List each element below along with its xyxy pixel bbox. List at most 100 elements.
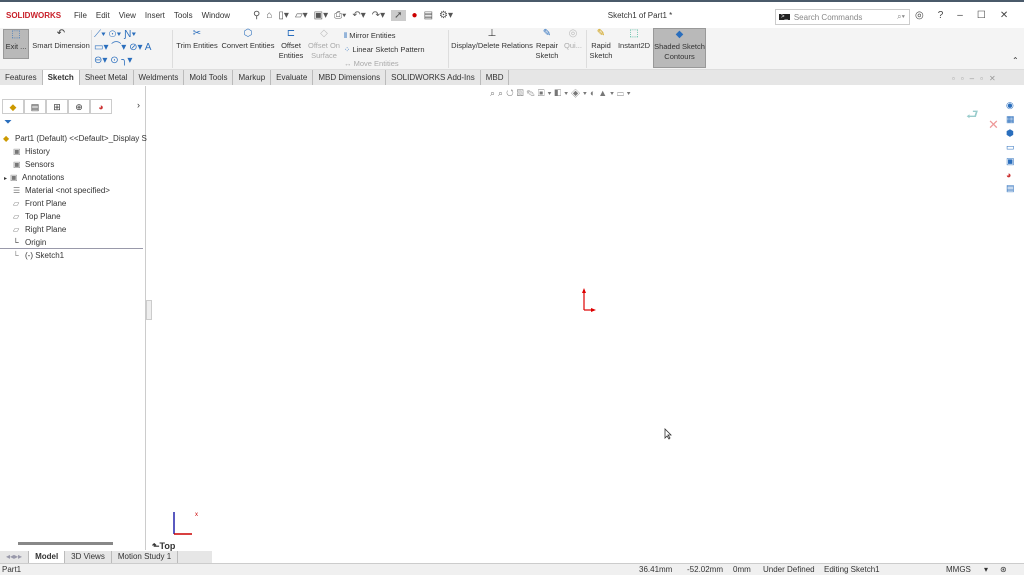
3d-content-central-icon[interactable]: ⬢ [1006,128,1022,139]
linear-sketch-pattern-button[interactable]: ⁘ Linear Sketch Pattern [344,43,444,57]
redo-icon[interactable]: ↷▾ [372,10,385,21]
rectangle-icon[interactable]: ▭▾ [94,42,108,53]
tab-solidworks-add-ins[interactable]: SOLIDWORKS Add-Ins [386,70,481,85]
pin-icon[interactable]: ⚲ [253,10,260,21]
minimize-button[interactable]: – [957,10,963,21]
tree-item-right-plane[interactable]: ▱ Right Plane [3,223,147,236]
menu-tools[interactable]: Tools [174,11,193,20]
tab-features[interactable]: Features [0,70,43,85]
search-input[interactable]: Search Commands [794,13,862,22]
slot-icon[interactable]: ⊖▾ [94,55,107,66]
panel-splitter-handle[interactable] [146,300,152,320]
tab-motion-study-1[interactable]: Motion Study 1 [112,551,179,563]
new-icon[interactable]: ▯▾ [278,10,289,21]
tab-model[interactable]: Model [29,551,66,563]
polygon-icon[interactable]: ⊘▾ [129,42,142,53]
shaded-sketch-contours-button[interactable]: ◆ Shaded Sketch Contours [653,28,706,68]
filter-icon[interactable]: ⏷ [4,117,12,128]
rebuild-status-icon[interactable]: ⊛ [1000,564,1007,576]
close-button[interactable]: ✕ [1000,10,1008,21]
undo-icon[interactable]: ↶▾ [352,10,365,21]
fillet-icon[interactable]: ╮▾ [121,55,132,66]
arc-icon[interactable]: ⌒▾ [111,42,126,53]
tab-mbd[interactable]: MBD [481,70,510,85]
circle-icon[interactable]: ⊙▾ [109,29,122,40]
open-icon[interactable]: ▱▾ [295,10,308,21]
menu-insert[interactable]: Insert [145,11,165,20]
text-icon[interactable]: A [145,42,152,53]
tab-mbd-dimensions[interactable]: MBD Dimensions [313,70,387,85]
hide-show-icon[interactable]: ◈▾ [571,88,590,98]
zoom-area-icon[interactable]: ⌕ [498,88,506,98]
save-icon[interactable]: ▣▾ [314,10,328,21]
convert-entities-button[interactable]: ⬡ Convert Entities [220,29,276,51]
view-settings-icon[interactable]: ▭▾ [617,88,634,98]
units-selector[interactable]: MMGS [946,564,971,576]
menu-view[interactable]: View [119,11,136,20]
file-explorer-icon[interactable]: ▭ [1006,142,1022,153]
tab-evaluate[interactable]: Evaluate [271,70,314,85]
previous-view-icon[interactable]: ↺ [506,88,517,98]
display-delete-relations-button[interactable]: ⊥ Display/Delete Relations [451,29,533,51]
rapid-sketch-button[interactable]: ✎ Rapid Sketch [588,29,614,61]
tree-item-annotations[interactable]: ▸ ▣ Annotations [3,171,147,184]
collapse-ribbon-icon[interactable]: ⌃ [1012,56,1019,65]
exit-sketch-button[interactable]: ⬚ Exit ... [3,29,29,59]
section-view-icon[interactable]: ▧ [517,88,527,98]
file-properties-icon[interactable]: ▤ [424,10,433,21]
tree-root-part1[interactable]: ◆ Part1 (Default) <<Default>_Display S [3,132,147,145]
tab-mold-tools[interactable]: Mold Tools [184,70,234,85]
tab-weldments[interactable]: Weldments [134,70,185,85]
maximize-button[interactable]: ☐ [977,10,986,21]
offset-on-surface-button[interactable]: ◇ Offset On Surface [306,29,342,61]
zoom-to-fit-icon[interactable]: ⌕ [490,88,498,98]
quick-snaps-button[interactable]: ◎ Qui... [562,29,584,51]
print-icon[interactable]: ⎙▾ [334,10,346,21]
spline-icon[interactable]: Ɲ▾ [124,29,136,40]
options-gear-icon[interactable]: ⚙▾ [439,10,453,21]
tree-item-history[interactable]: ▣ History [3,145,147,158]
select-icon[interactable]: ➚ [391,9,406,21]
tree-item-sensors[interactable]: ▣ Sensors [3,158,147,171]
tab-sheet-metal[interactable]: Sheet Metal [80,70,134,85]
apply-scene-icon[interactable]: ▲▾ [598,88,617,98]
expand-panel-icon[interactable]: › [137,100,140,110]
tab-scroll-arrows[interactable]: ◂◂▸▸ [0,551,30,563]
tab-markup[interactable]: Markup [233,70,272,85]
line-icon[interactable]: ⟋▾ [94,29,106,40]
edit-appearance-icon[interactable]: ◐ [590,88,598,98]
dimxpert-tab-icon[interactable]: ⊕ [68,99,90,114]
repair-sketch-button[interactable]: ✎ Repair Sketch [534,29,560,61]
units-dropdown-icon[interactable]: ▾ [984,564,988,576]
search-commands-field[interactable]: >_ Search Commands ⌕▾ [775,9,910,25]
display-style-icon[interactable]: ◧▾ [554,88,571,98]
point-icon[interactable]: ⊙ [110,55,118,66]
user-icon[interactable]: ◎ [915,10,924,21]
tab-3d-views[interactable]: 3D Views [65,551,112,563]
menu-file[interactable]: File [74,11,87,20]
view-palette-icon[interactable]: ▣ [1006,156,1022,167]
appearances-icon[interactable]: ◕ [1006,170,1022,180]
rebuild-icon[interactable]: ● [412,10,418,21]
dynamic-annotation-icon[interactable]: ✎ [527,88,538,98]
view-orientation-icon[interactable]: ▣▾ [538,88,555,98]
sketch-entities-group[interactable]: ⟋▾ ⊙▾ Ɲ▾ ▭▾ ⌒▾ ⊘▾ A ⊖▾ ⊙ ╮▾ [94,28,169,67]
display-manager-tab-icon[interactable]: ◕ [90,99,112,114]
home-icon[interactable]: ⌂ [266,10,272,21]
tree-item-top-plane[interactable]: ▱ Top Plane [3,210,147,223]
confirm-corner-cancel-icon[interactable]: ✕ [988,117,999,133]
status-sketch-state[interactable]: Under Defined [763,564,815,576]
expand-arrow-icon[interactable]: ▸ [4,176,7,182]
confirm-corner-ok-icon[interactable]: ⮐ [966,104,979,128]
tab-sketch[interactable]: Sketch [42,70,80,85]
move-entities-button[interactable]: ↔ Move Entities [344,57,444,71]
custom-properties-icon[interactable]: ▤ [1006,183,1022,194]
trim-entities-button[interactable]: ✂ Trim Entities [175,29,219,51]
smart-dimension-button[interactable]: ↶ Smart Dimension [32,29,90,51]
configuration-manager-tab-icon[interactable]: ⊞ [46,99,68,114]
search-icon[interactable]: ⌕▾ [897,12,905,22]
solidworks-resources-icon[interactable]: ◉ [1006,100,1022,111]
property-manager-tab-icon[interactable]: ▤ [24,99,46,114]
document-window-controls[interactable]: ▫▫–▫✕ [952,74,1002,83]
offset-entities-button[interactable]: ⊏ Offset Entities [277,29,305,61]
